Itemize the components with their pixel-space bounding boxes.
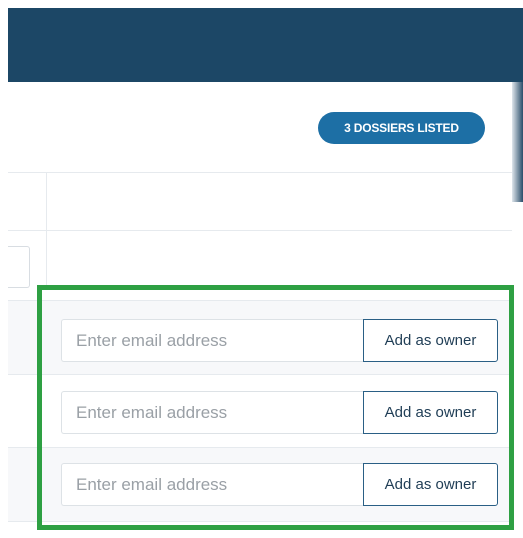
row-divider	[8, 521, 512, 522]
table-divider	[8, 230, 512, 231]
dossiers-count-badge: 3 DOSSIERS LISTED	[318, 112, 485, 144]
screen: 3 DOSSIERS LISTED Add as owner Add as ow…	[0, 0, 523, 538]
add-as-owner-button[interactable]: Add as owner	[363, 391, 498, 434]
add-as-owner-button[interactable]: Add as owner	[363, 319, 498, 362]
panel-edge-shadow	[512, 82, 523, 202]
add-owner-row: Add as owner	[61, 463, 498, 506]
top-navigation-bar	[8, 8, 523, 82]
cropped-input-field[interactable]	[8, 246, 30, 288]
add-owner-row: Add as owner	[61, 391, 498, 434]
table-divider	[8, 172, 512, 173]
add-as-owner-button[interactable]: Add as owner	[363, 463, 498, 506]
row-divider	[8, 300, 512, 301]
owner-email-input[interactable]	[61, 463, 363, 506]
row-divider	[8, 374, 512, 375]
column-divider	[46, 230, 47, 288]
add-owner-row: Add as owner	[61, 319, 498, 362]
row-divider	[8, 447, 512, 448]
column-divider	[46, 172, 47, 230]
owner-email-input[interactable]	[61, 391, 363, 434]
owner-email-input[interactable]	[61, 319, 363, 362]
